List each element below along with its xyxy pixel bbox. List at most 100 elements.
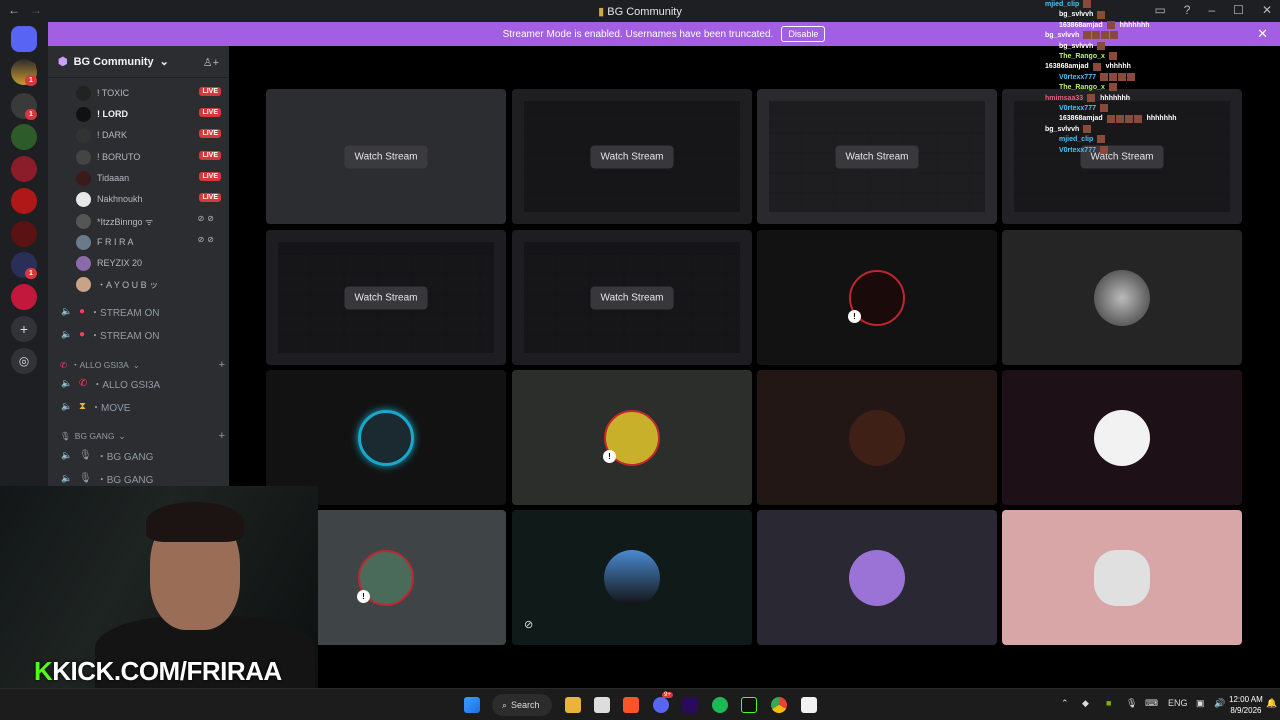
voice-channel-stream-on[interactable]: 🔈 ● ・STREAM ON	[60, 325, 225, 343]
chat-message: The_Rango_x	[1045, 52, 1280, 62]
voice-channel-stream-on[interactable]: 🔈 ● ・STREAM ON	[60, 302, 225, 320]
channel-name: ・MOVE	[91, 402, 131, 414]
deafened-icon: !	[848, 310, 861, 323]
participant-tile[interactable]	[1002, 370, 1242, 505]
banner-text: Streamer Mode is enabled. Usernames have…	[502, 28, 774, 40]
member-name: ! DARK	[97, 130, 128, 140]
server-green-icon[interactable]	[11, 124, 37, 150]
clock[interactable]: 12:00 AM 8/9/2026	[1229, 694, 1263, 716]
file-explorer-icon[interactable]	[565, 697, 581, 713]
explore-icon[interactable]: ◎	[11, 348, 37, 374]
kick-logo-icon: K	[34, 656, 53, 686]
participant-tile[interactable]: !	[512, 370, 752, 505]
watch-stream-button[interactable]: Watch Stream	[835, 145, 919, 168]
app-a-icon[interactable]	[741, 697, 757, 713]
list-item[interactable]: *ItzzBinngo ᯤ ⊘⊘	[76, 212, 221, 230]
server-zook-icon[interactable]	[11, 221, 37, 247]
watch-stream-button[interactable]: Watch Stream	[344, 145, 428, 168]
notifications-icon[interactable]: 🔔	[1266, 698, 1277, 709]
emote-icon	[1099, 104, 1109, 114]
category-allo-gsi3a[interactable]: ✆ ・ALLO GSI3A ⌄ +	[60, 358, 225, 372]
avatar	[1094, 269, 1150, 326]
discord-icon[interactable]	[653, 697, 669, 713]
participant-tile[interactable]	[266, 370, 506, 505]
channel-sidebar: ⬢ BG Community ⌄ ♙+ ! TOXIC LIVE ! LORD LI…	[48, 46, 229, 486]
discord-home-icon[interactable]	[11, 26, 37, 52]
voice-channel-allo[interactable]: 🔈 ✆ ・ALLO GSI3A	[60, 374, 225, 392]
windows-start-icon[interactable]	[464, 697, 480, 713]
speaker-icon: 🔈	[61, 449, 73, 460]
microphone-icon[interactable]: 🎙	[1126, 698, 1137, 709]
search-button[interactable]: ⌕ Search	[492, 694, 552, 716]
chat-username: 163868amjad	[1059, 115, 1103, 123]
premiere-pro-icon[interactable]	[682, 697, 698, 713]
category-name: BG GANG	[74, 431, 115, 441]
participant-tile[interactable]	[757, 370, 997, 505]
avatar	[1094, 409, 1150, 466]
chevron-up-icon[interactable]: ⌃	[1061, 698, 1069, 709]
participant-tile[interactable]	[1002, 510, 1242, 645]
avatar	[76, 170, 91, 186]
watch-stream-button[interactable]: Watch Stream	[344, 286, 428, 309]
list-item[interactable]: ! BORUTO LIVE	[76, 148, 221, 166]
server-noire-icon[interactable]	[11, 156, 37, 182]
chat-message: bg_svlvvh	[1045, 41, 1280, 52]
kick-channel-overlay: KKICK.COM/FRIRAA	[34, 656, 282, 687]
participant-tile[interactable]: ⊘	[512, 510, 752, 645]
list-item[interactable]: F R I R A ⊘⊘	[76, 233, 221, 251]
emote-icon	[1106, 20, 1116, 31]
participant-tile[interactable]: !	[757, 230, 997, 365]
language-indicator[interactable]: ENG	[1168, 698, 1188, 708]
disable-button[interactable]: Disable	[781, 26, 826, 42]
chat-text: hhhhhhh	[1119, 21, 1150, 29]
voice-channel-move[interactable]: 🔈 ⧗ ・MOVE	[60, 397, 225, 415]
voice-channel-bg-gang[interactable]: 🔈 🎙 ・BG GANG	[60, 469, 225, 487]
tray-app-icon[interactable]: ◆	[1082, 698, 1089, 709]
avatar	[849, 549, 905, 606]
chat-message: hmimsaa33 hhhhhhh	[1045, 93, 1280, 104]
list-item[interactable]: ・A Y O U B ッ	[76, 275, 221, 293]
display-icon[interactable]: ▣	[1196, 698, 1205, 709]
add-server-icon[interactable]: +	[11, 316, 37, 342]
brave-browser-icon[interactable]	[623, 697, 639, 713]
server-ea-icon[interactable]	[11, 284, 37, 310]
nvidia-icon[interactable]: ■	[1106, 698, 1111, 708]
watch-stream-button[interactable]: Watch Stream	[590, 145, 674, 168]
stream-tile[interactable]: Watch Stream	[266, 230, 506, 365]
stream-tile[interactable]: Watch Stream	[512, 89, 752, 224]
watch-stream-button[interactable]: Watch Stream	[590, 286, 674, 309]
add-channel-icon[interactable]: +	[219, 430, 225, 442]
stream-tile[interactable]: Watch Stream	[512, 230, 752, 365]
stream-tile[interactable]: Watch Stream	[757, 89, 997, 224]
participant-tile[interactable]	[1002, 230, 1242, 365]
chat-username: bg_svlvvh	[1059, 42, 1094, 50]
chat-username: The_Rango_x	[1059, 84, 1105, 92]
chat-message: 163868amjad vhhhhh	[1045, 62, 1280, 72]
list-item[interactable]: ! TOXIC LIVE	[76, 84, 221, 102]
snipping-tool-icon[interactable]	[594, 697, 610, 713]
add-channel-icon[interactable]: +	[219, 359, 225, 371]
phone-icon: ✆	[60, 359, 68, 370]
list-item[interactable]: REYZIX 20	[76, 254, 221, 272]
live-badge: LIVE	[199, 129, 221, 138]
chat-text: hhhhhhh	[1146, 115, 1177, 123]
spotify-icon[interactable]	[712, 697, 728, 713]
server-red-icon[interactable]	[11, 188, 37, 214]
emote-icon	[1092, 62, 1102, 72]
voice-channel-bg-gang[interactable]: 🔈 🎙 ・BG GANG	[60, 446, 225, 464]
keyboard-icon[interactable]: ⌨	[1145, 698, 1158, 709]
category-bg-gang[interactable]: 🎙 BG GANG ⌄ +	[60, 429, 225, 443]
list-item[interactable]: ! DARK LIVE	[76, 126, 221, 144]
chrome-icon[interactable]	[771, 697, 787, 713]
list-item[interactable]: Nakhnoukh LIVE	[76, 190, 221, 208]
participant-tile[interactable]	[757, 510, 997, 645]
chat-message: 163868amjad hhhhhhh	[1045, 20, 1280, 31]
notes-icon[interactable]	[801, 697, 817, 713]
list-item[interactable]: Tidaaan LIVE	[76, 169, 221, 187]
avatar	[76, 85, 91, 101]
add-user-icon[interactable]: ♙+	[203, 56, 219, 69]
stream-tile[interactable]: Watch Stream	[266, 89, 506, 224]
volume-icon[interactable]: 🔊	[1214, 698, 1225, 709]
list-item[interactable]: ! LORD LIVE	[76, 105, 221, 123]
emote-icon	[1108, 83, 1118, 93]
